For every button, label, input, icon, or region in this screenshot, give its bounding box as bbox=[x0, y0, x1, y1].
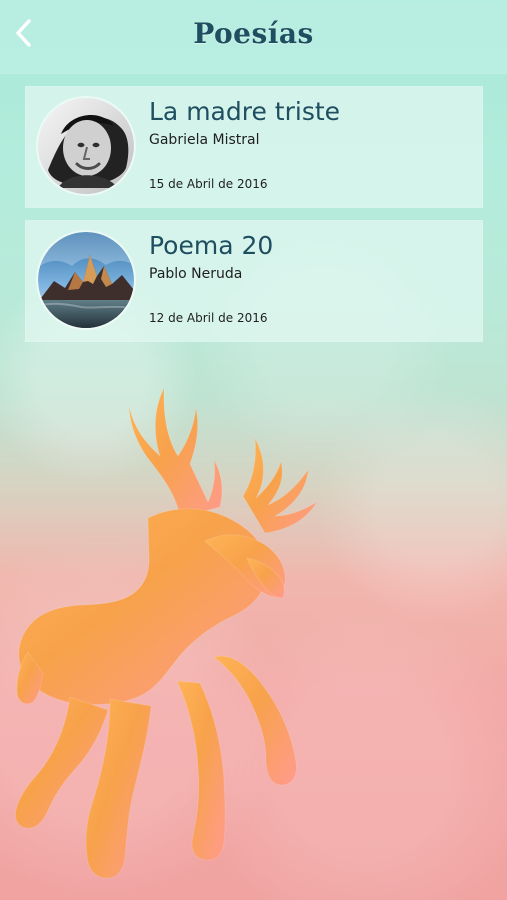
mountain-landscape-avatar bbox=[38, 232, 134, 328]
poem-date: 15 de Abril de 2016 bbox=[149, 177, 268, 191]
poem-author: Gabriela Mistral bbox=[149, 132, 260, 148]
deer-silhouette bbox=[15, 388, 318, 879]
poem-card[interactable]: Poema 20 Pablo Neruda 12 de Abril de 201… bbox=[25, 220, 483, 342]
poem-title: Poema 20 bbox=[149, 231, 274, 260]
poems-screen: Poesías La madre triste Gabriela Mistral… bbox=[0, 0, 507, 900]
portrait-avatar bbox=[38, 98, 134, 194]
author-avatar bbox=[38, 98, 134, 194]
author-avatar bbox=[38, 232, 134, 328]
poems-list: La madre triste Gabriela Mistral 15 de A… bbox=[25, 86, 483, 354]
poem-author: Pablo Neruda bbox=[149, 266, 243, 282]
page-title: Poesías bbox=[193, 17, 314, 50]
poem-title: La madre triste bbox=[149, 97, 341, 126]
header-bar: Poesías bbox=[0, 0, 507, 73]
poem-date: 12 de Abril de 2016 bbox=[149, 311, 268, 325]
poem-card[interactable]: La madre triste Gabriela Mistral 15 de A… bbox=[25, 86, 483, 208]
